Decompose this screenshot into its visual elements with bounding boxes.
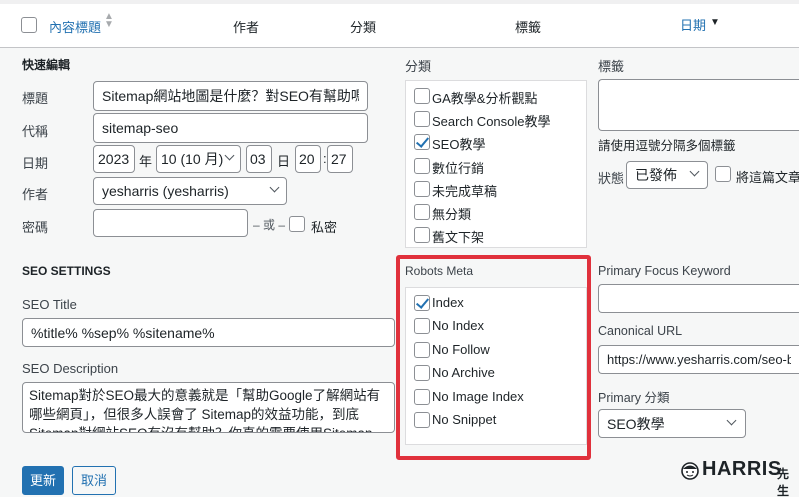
category-label: 無分類 [432, 207, 472, 222]
col-category: 分類 [350, 20, 377, 35]
status-label: 狀態 [598, 171, 625, 186]
date-label: 日期 [22, 156, 49, 171]
seo-description-label: SEO Description [22, 361, 119, 376]
canonical-url-input[interactable] [598, 345, 799, 374]
col-date-sort[interactable]: 日期 [680, 15, 706, 34]
password-input[interactable] [93, 209, 248, 237]
category-label: SEO教學 [432, 137, 486, 152]
author-label: 作者 [22, 187, 49, 202]
primary-category-label: Primary 分類 [598, 391, 670, 405]
harris-logo: HARRIS 先生 [680, 458, 798, 497]
logo-brand: HARRIS [702, 458, 782, 480]
sticky-label: 將這篇文章置 [736, 170, 799, 185]
or-text: – 或 – [253, 218, 286, 232]
sort-desc-icon: ▼ [710, 17, 720, 28]
category-checklist: GA教學&分析觀點 Search Console教學 SEO教學 數位行銷 未完… [405, 80, 587, 248]
private-label: 私密 [311, 220, 338, 235]
select-all-checkbox[interactable] [21, 17, 37, 33]
tags-hint: 請使用逗號分隔多個標籤 [598, 139, 736, 153]
category-checkbox-search-console[interactable] [414, 111, 430, 127]
private-checkbox[interactable] [289, 216, 305, 232]
col-title-sort[interactable]: 內容標題 [49, 17, 101, 36]
col-author: 作者 [233, 20, 260, 35]
category-label: 未完成草稿 [432, 184, 498, 199]
robots-highlight-box [396, 255, 591, 460]
minute-input[interactable] [327, 145, 353, 173]
header-top-strip [0, 0, 799, 4]
password-label: 密碼 [22, 220, 49, 235]
primary-category-select[interactable]: SEO教學 [598, 409, 746, 438]
tags-textarea[interactable] [598, 79, 799, 131]
hour-input[interactable] [295, 145, 321, 173]
categories-heading: 分類 [405, 59, 432, 74]
category-checkbox-seo[interactable] [414, 134, 430, 150]
slug-label: 代稱 [22, 124, 49, 139]
day-input[interactable] [246, 145, 272, 173]
category-checkbox-drafts[interactable] [414, 181, 430, 197]
logo-suffix: 先生 [777, 467, 790, 497]
year-input[interactable] [93, 145, 135, 173]
quick-edit-heading: 快速編輯 [22, 58, 71, 72]
table-header: 內容標題 ▲ ▼ 作者 分類 標籤 日期 ▼ [0, 0, 799, 48]
slug-input[interactable] [93, 113, 368, 143]
category-checkbox-uncategorized[interactable] [414, 204, 430, 220]
category-checkbox-archived[interactable] [414, 227, 430, 243]
category-label: GA教學&分析觀點 [432, 91, 538, 106]
category-label: Search Console教學 [432, 114, 551, 129]
seo-title-label: SEO Title [22, 297, 77, 312]
category-checkbox-marketing[interactable] [414, 158, 430, 174]
sticky-checkbox[interactable] [715, 166, 731, 182]
day-unit: 日 [277, 154, 291, 169]
primary-focus-keyword-label: Primary Focus Keyword [598, 264, 731, 278]
title-label: 標題 [22, 91, 49, 106]
title-input[interactable] [93, 81, 368, 111]
category-label: 舊文下架 [432, 230, 485, 245]
category-label: 數位行銷 [432, 161, 485, 176]
year-unit: 年 [139, 154, 153, 169]
seo-title-input[interactable] [22, 318, 395, 347]
col-tags: 標籤 [515, 20, 542, 35]
canonical-url-label: Canonical URL [598, 324, 683, 338]
category-checkbox-ga[interactable] [414, 88, 430, 104]
sort-icon: ▲ ▼ [104, 11, 114, 30]
update-button[interactable]: 更新 [22, 466, 64, 495]
focus-keyword-input[interactable] [598, 284, 799, 313]
face-icon [681, 462, 699, 480]
seo-settings-heading: SEO SETTINGS [22, 264, 111, 278]
author-select[interactable]: yesharris (yesharris) [93, 177, 287, 205]
seo-description-textarea[interactable]: Sitemap對於SEO最大的意義就是「幫助Google了解網站有哪些網頁」，但… [22, 382, 395, 433]
cancel-button[interactable]: 取消 [72, 466, 116, 495]
tags-heading: 標籤 [598, 59, 625, 74]
